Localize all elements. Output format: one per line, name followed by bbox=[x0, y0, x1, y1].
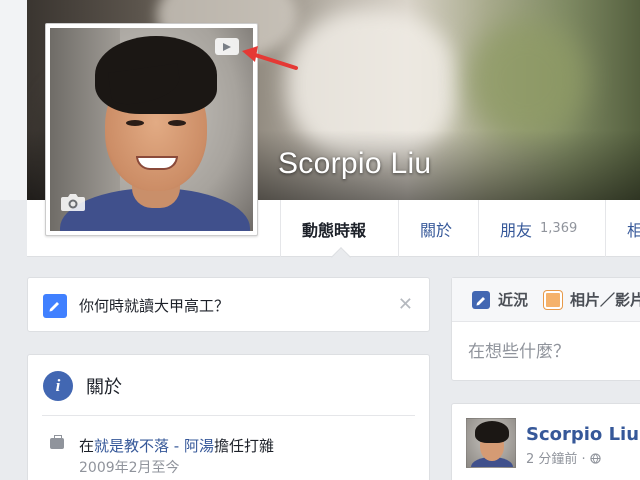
composer-tab-status[interactable]: 近況 bbox=[472, 289, 528, 310]
school-prompt-card: 你何時就讀大甲高工？ ✕ bbox=[27, 277, 430, 332]
post-author-name[interactable]: Scorpio Liu bbox=[526, 424, 639, 445]
status-icon bbox=[472, 290, 490, 309]
left-edge-strip bbox=[0, 0, 27, 200]
timeline-post: Scorpio Liu 更 2 分鐘前 · bbox=[451, 403, 640, 480]
about-title: 關於 bbox=[86, 377, 122, 398]
work-prefix: 在 bbox=[79, 437, 95, 455]
tab-timeline-label: 動態時報 bbox=[302, 220, 367, 240]
composer-tab-photo-label: 相片／影片 bbox=[570, 291, 640, 309]
composer-tabs: 近況 相片／影片 bbox=[452, 278, 640, 322]
globe-icon bbox=[590, 453, 601, 464]
post-composer: 近況 相片／影片 在想些什麼？ bbox=[451, 277, 640, 381]
work-date: 2009年2月至今 bbox=[79, 460, 180, 476]
pencil-icon bbox=[43, 294, 67, 318]
tab-photos[interactable]: 相 bbox=[605, 200, 640, 257]
tab-friends[interactable]: 朋友 1,369 bbox=[478, 200, 598, 257]
avatar[interactable] bbox=[466, 418, 516, 468]
school-prompt-text[interactable]: 你何時就讀大甲高工？ bbox=[79, 295, 229, 316]
work-link[interactable]: 就是教不落 - 阿湯 bbox=[94, 437, 214, 455]
post-timestamp[interactable]: 2 分鐘前 · bbox=[526, 448, 601, 467]
annotation-arrow bbox=[242, 46, 298, 70]
tab-about[interactable]: 關於 bbox=[398, 200, 473, 257]
post-author[interactable]: Scorpio Liu 更 bbox=[526, 420, 640, 445]
close-icon[interactable]: ✕ bbox=[398, 294, 413, 315]
composer-input[interactable]: 在想些什麼？ bbox=[468, 337, 570, 362]
tab-about-label: 關於 bbox=[420, 220, 453, 240]
composer-tab-status-label: 近況 bbox=[498, 291, 529, 309]
video-play-icon[interactable] bbox=[215, 38, 239, 55]
work-entry: 在就是教不落 - 阿湯擔任打雜 bbox=[79, 435, 274, 456]
briefcase-icon bbox=[50, 435, 64, 449]
tab-friends-label: 朋友 bbox=[500, 220, 533, 240]
work-suffix: 擔任打雜 bbox=[213, 437, 274, 455]
friends-count: 1,369 bbox=[540, 221, 578, 236]
about-card: i 關於 在就是教不落 - 阿湯擔任打雜 2009年2月至今 bbox=[27, 354, 430, 480]
tab-photos-label: 相 bbox=[627, 220, 640, 240]
divider bbox=[42, 415, 415, 416]
tab-timeline[interactable]: 動態時報 bbox=[280, 200, 387, 257]
info-icon: i bbox=[43, 371, 73, 401]
camera-icon[interactable] bbox=[60, 192, 86, 212]
post-time-text: 2 分鐘前 · bbox=[526, 452, 586, 467]
composer-tab-photo[interactable]: 相片／影片 bbox=[544, 289, 640, 310]
photo-icon bbox=[544, 290, 562, 309]
profile-name[interactable]: Scorpio Liu bbox=[278, 147, 431, 181]
